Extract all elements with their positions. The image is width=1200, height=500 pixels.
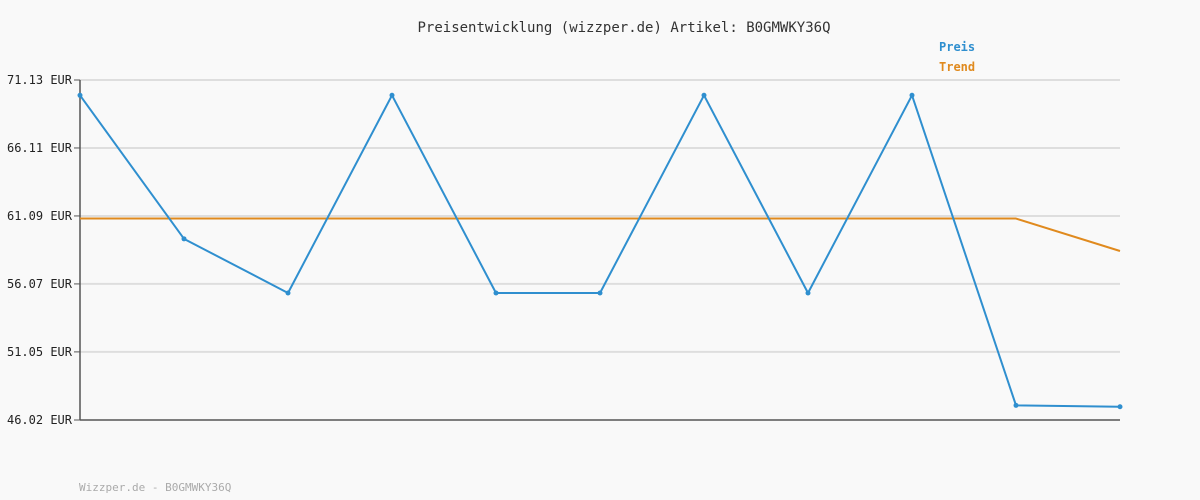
y-tick-label: 51.05 EUR: [7, 345, 73, 359]
y-tick-label: 61.09 EUR: [7, 209, 73, 223]
legend-item-preis: Preis: [939, 40, 975, 54]
data-point: [493, 290, 499, 296]
data-point: [285, 290, 291, 296]
price-chart: Preisentwicklung (wizzper.de) Artikel: B…: [7, 20, 1123, 494]
data-point: [805, 290, 811, 296]
y-tick-label: 46.02 EUR: [7, 413, 73, 427]
data-point: [701, 92, 707, 98]
chart-title: Preisentwicklung (wizzper.de) Artikel: B…: [417, 20, 830, 36]
y-tick-label: 56.07 EUR: [7, 277, 73, 291]
data-point: [77, 92, 83, 98]
data-point: [597, 290, 603, 296]
legend: Preis Trend: [939, 40, 975, 74]
data-point: [1117, 404, 1123, 410]
data-point: [1013, 402, 1019, 408]
y-tick-label: 71.13 EUR: [7, 73, 73, 87]
y-tick-label: 66.11 EUR: [7, 141, 73, 155]
series-lines: [77, 92, 1123, 410]
data-point: [181, 236, 187, 242]
series-line-trend: [80, 217, 1121, 252]
data-point: [389, 92, 395, 98]
data-point: [909, 92, 915, 98]
legend-item-trend: Trend: [939, 60, 975, 74]
footer-text: Wizzper.de - B0GMWKY36Q: [79, 481, 231, 494]
y-tick-labels: 71.13 EUR 66.11 EUR 61.09 EUR 56.07 EUR 51.0…: [7, 73, 73, 427]
series-line-preis: [79, 94, 1121, 408]
